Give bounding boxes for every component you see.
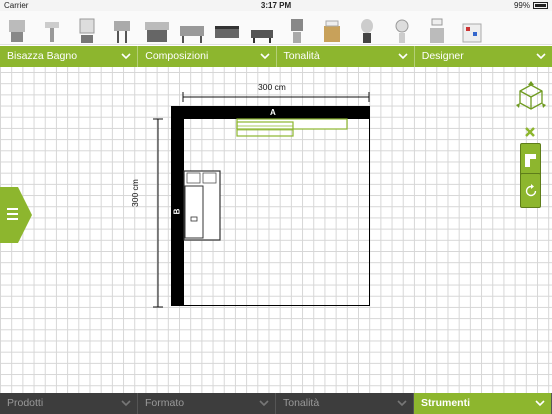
wall-shape-icon	[525, 154, 536, 167]
tab-strumenti[interactable]: Strumenti	[414, 393, 552, 414]
menu-bisazza-bagno[interactable]: Bisazza Bagno	[0, 46, 139, 67]
clock: 3:17 PM	[260, 1, 292, 10]
thumbnail-sgabello-1[interactable]	[354, 14, 380, 44]
tab-prodotti[interactable]: Prodotti	[0, 393, 138, 414]
placed-furniture[interactable]	[183, 170, 223, 242]
thumbnail-specchio-1[interactable]	[74, 14, 100, 44]
battery-icon	[533, 2, 548, 9]
chevron-down-icon	[536, 53, 546, 60]
thumbnail-vasca-1[interactable]	[214, 14, 240, 44]
thumbnail-lavabo-1[interactable]	[4, 14, 30, 44]
3d-view-icon[interactable]	[516, 81, 546, 111]
product-thumbnail-strip[interactable]	[0, 11, 552, 45]
thumbnail-mobile-3[interactable]	[249, 14, 275, 44]
battery-indicator: 99%	[514, 1, 548, 10]
chevron-down-icon	[397, 400, 407, 407]
chevron-down-icon	[121, 53, 131, 60]
floor-plan-canvas[interactable]: 300 cm 300 cm A B	[0, 67, 552, 393]
thumbnail-lavabo-3[interactable]	[109, 14, 135, 44]
rotate-icon	[525, 183, 536, 196]
side-menu-handle[interactable]	[0, 187, 32, 243]
chevron-down-icon	[121, 400, 131, 407]
thumbnail-specchio-3[interactable]	[389, 14, 415, 44]
tab-label: Formato	[145, 397, 185, 409]
chevron-down-icon	[398, 53, 408, 60]
menu-composizioni[interactable]: Composizioni	[138, 46, 277, 67]
height-dimension-label: 300 cm	[130, 179, 140, 207]
close-icon[interactable]	[524, 126, 536, 138]
chevron-down-icon	[259, 400, 269, 407]
thumbnail-mobile-2[interactable]	[179, 14, 205, 44]
tab-label: Strumenti	[421, 397, 471, 409]
tab-label: Tonalità	[283, 397, 320, 409]
wall-a-label: A	[270, 108, 276, 117]
selected-composition[interactable]	[236, 118, 350, 138]
menu-label: Bisazza Bagno	[7, 50, 78, 62]
category-bar: Bisazza Bagno Composizioni Tonalità Desi…	[0, 46, 552, 67]
battery-percent: 99%	[513, 1, 530, 10]
thumbnail-specchio-4[interactable]	[424, 14, 450, 44]
rotate-tool-button[interactable]	[520, 173, 541, 208]
thumbnail-mobile-5[interactable]	[459, 14, 485, 44]
thumbnail-lavabo-2[interactable]	[39, 14, 65, 44]
menu-tonalita[interactable]: Tonalità	[277, 46, 415, 67]
menu-label: Tonalità	[283, 50, 320, 62]
menu-label: Composizioni	[145, 50, 209, 62]
width-dimension-label: 300 cm	[258, 82, 286, 92]
tab-formato[interactable]: Formato	[138, 393, 276, 414]
chevron-down-icon	[259, 53, 270, 60]
thumbnail-specchio-2[interactable]	[284, 14, 310, 44]
menu-label: Designer	[421, 50, 464, 62]
wall-b-label: B	[172, 208, 182, 215]
height-dimension-line	[153, 118, 163, 308]
thumbnail-mobile-4[interactable]	[319, 14, 345, 44]
menu-designer[interactable]: Designer	[415, 46, 552, 67]
tab-label: Prodotti	[7, 397, 44, 409]
status-bar: Carrier 3:17 PM 99%	[0, 0, 552, 11]
tab-tonalita[interactable]: Tonalità	[276, 393, 414, 414]
chevron-down-icon	[535, 400, 545, 407]
bottom-tab-bar: Prodotti Formato Tonalità Strumenti	[0, 393, 552, 414]
thumbnail-mobile-1[interactable]	[144, 14, 170, 44]
